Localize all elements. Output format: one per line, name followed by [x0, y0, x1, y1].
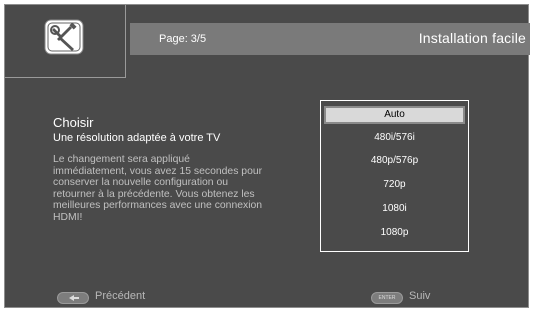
resolution-option-480i-576i[interactable]: 480i/576i [324, 129, 465, 147]
screen-title: Installation facile [418, 30, 526, 46]
description-line: retourner à la précédente. Vous obtenez … [53, 188, 255, 200]
description-text: Le changement sera appliqué immédiatemen… [53, 154, 293, 223]
back-key-icon [57, 292, 89, 304]
logo-panel [5, 5, 126, 78]
description-line: conserver la nouvelle configuration ou [53, 177, 229, 188]
resolution-option-1080i[interactable]: 1080i [324, 200, 465, 218]
enter-key-icon: ENTER [371, 292, 403, 304]
description-line: immédiatement, vous avez 15 secondes pou… [53, 165, 263, 177]
next-label: Suiv [409, 290, 431, 302]
page-indicator: Page: 3/5 [159, 33, 207, 45]
wrench-screwdriver-icon [44, 19, 84, 55]
resolution-option-480p-576p[interactable]: 480p/576p [324, 152, 465, 170]
resolution-option-1080p[interactable]: 1080p [324, 224, 465, 242]
back-button[interactable]: Précédent [57, 290, 157, 304]
header-bar: Page: 3/5 Installation facile [130, 23, 530, 55]
section-subheading: Une résolution adaptée à votre TV [53, 132, 221, 144]
section-heading: Choisir [53, 115, 94, 130]
resolution-option-720p[interactable]: 720p [324, 176, 465, 194]
description-line: Le changement sera appliqué [53, 154, 190, 165]
back-label: Précédent [95, 290, 146, 302]
resolution-options-list: Auto 480i/576i 480p/576p 720p 1080i 1080… [320, 100, 469, 252]
description-line: meilleures performances avec une connexi… [53, 200, 263, 211]
description-line: HDMI! [53, 211, 83, 223]
resolution-option-auto[interactable]: Auto [324, 106, 465, 124]
next-button[interactable]: ENTER Suiv [371, 290, 451, 304]
setup-screen: Page: 3/5 Installation facile Choisir Un… [4, 4, 530, 308]
